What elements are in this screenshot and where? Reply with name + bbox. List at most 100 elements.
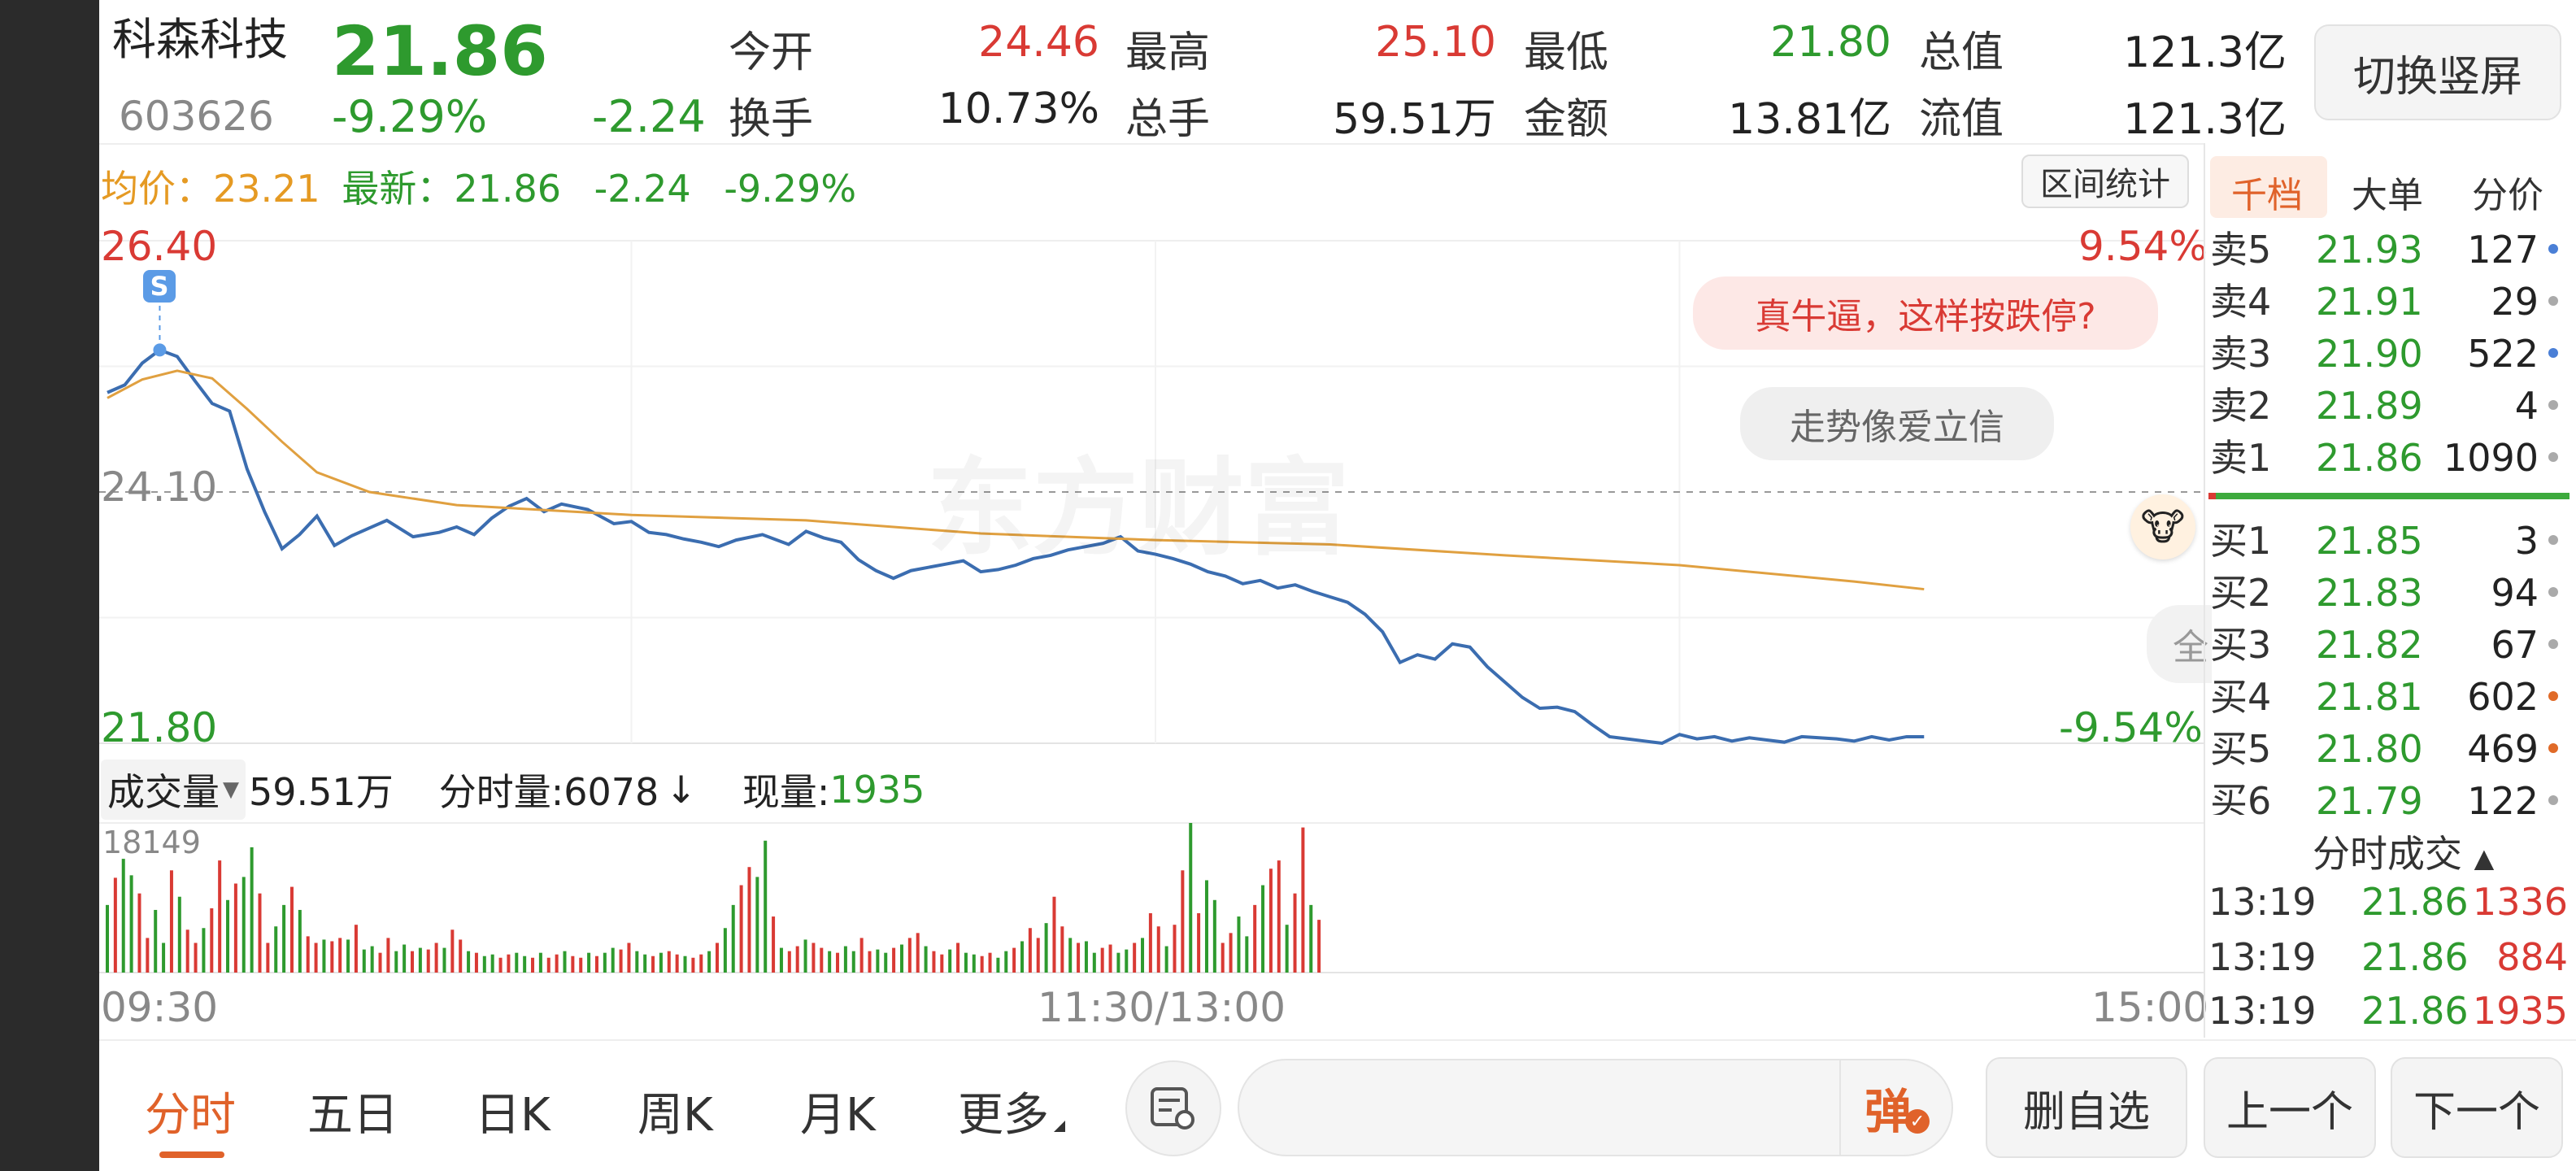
switch-portrait-button[interactable]: 切换竖屏 (2314, 24, 2561, 120)
volume-bar (916, 933, 920, 973)
stat-label: 总手 (1125, 95, 1211, 144)
orderbook-level-dot (2548, 400, 2558, 410)
stock-name: 科森科技 (112, 14, 288, 65)
period-tab[interactable]: 周K (637, 1078, 713, 1144)
trade-volume: 884 (2496, 935, 2568, 979)
collapsed-side-button[interactable]: 全 (2147, 605, 2212, 683)
comment-bubble[interactable]: 走势像爱立信 (1740, 387, 2054, 460)
remove-watchlist-button[interactable]: 删自选 (1986, 1057, 2187, 1158)
orderbook-level-price: 21.86 (2316, 436, 2423, 480)
volume-bar (859, 938, 864, 973)
chevron-up-icon: ▲ (2474, 842, 2495, 873)
volume-bar (907, 938, 912, 973)
volume-bar (418, 947, 422, 973)
orderbook-level-label: 卖2 (2210, 384, 2272, 428)
volume-bar (515, 952, 519, 973)
volume-bar (691, 957, 695, 973)
volume-bar (812, 942, 816, 973)
signal-marker-letter: S (150, 271, 169, 302)
tab-active-underline (159, 1151, 224, 1158)
orderbook-level-dot (2548, 795, 2558, 805)
orderbook-level-label: 买1 (2210, 519, 2272, 563)
orderbook-level-volume: 127 (2467, 228, 2539, 272)
volume-bar (1253, 904, 1257, 973)
period-tab[interactable]: 月K (800, 1078, 876, 1144)
volume-bar (563, 951, 567, 973)
volume-chart[interactable] (99, 813, 2205, 979)
volume-bar (386, 938, 390, 973)
previous-stock-button[interactable]: 上一个 (2204, 1057, 2376, 1158)
danmu-toggle-button[interactable]: 弹 ✓ (1839, 1059, 1953, 1156)
volume-bar (555, 954, 559, 973)
volume-bar (964, 952, 968, 973)
stat-label: 换手 (729, 95, 814, 144)
next-stock-button[interactable]: 下一个 (2391, 1057, 2563, 1158)
orderbook-level-dot (2548, 691, 2558, 701)
stat-value: 121.3亿 (2123, 28, 2287, 77)
volume-bar (459, 939, 463, 973)
orderbook-level-price: 21.91 (2316, 280, 2423, 324)
volume-bar (851, 951, 855, 973)
volume-bar (892, 947, 896, 973)
bottom-toolbar-divider (99, 1039, 2576, 1041)
volume-bar (1036, 938, 1040, 973)
volume-bar (1317, 920, 1321, 973)
right-panel-divider (2204, 143, 2205, 1038)
volume-bar (1156, 926, 1160, 973)
volume-bar (1293, 893, 1297, 973)
volume-bar (739, 885, 743, 973)
range-stats-button[interactable]: 区间统计 (2021, 155, 2189, 208)
volume-bar (218, 860, 222, 973)
trades-title-label: 分时成交 (2313, 832, 2462, 876)
period-tab[interactable]: 日K (475, 1078, 550, 1144)
stock-change-amt: -2.24 (592, 91, 706, 142)
avg-value: 23.21 (213, 167, 320, 211)
time-axis-start: 09:30 (101, 984, 219, 1031)
period-tab[interactable]: 更多 (958, 1078, 1049, 1144)
time-axis-end: 15:00 (2091, 984, 2209, 1031)
volume-bar (106, 904, 109, 973)
orderbook-level-price: 21.85 (2316, 519, 2423, 563)
stat-label: 流值 (1919, 95, 2004, 144)
volume-bar (194, 942, 198, 973)
orderbook-level-dot (2548, 639, 2558, 649)
orderbook-level-label: 买3 (2210, 623, 2272, 667)
volume-bar (1173, 925, 1177, 973)
volume-bar (507, 954, 511, 973)
chevron-down-icon: ▼ (223, 777, 239, 802)
stat-label: 总值 (1919, 28, 2004, 77)
volume-bar (434, 942, 438, 973)
ask-bid-bar (2208, 493, 2569, 499)
orderbook-level-price: 21.82 (2316, 623, 2423, 667)
trade-price: 21.86 (2361, 935, 2469, 979)
volume-bar (755, 877, 759, 973)
trade-time: 13:19 (2208, 989, 2317, 1033)
trade-volume: 1336 (2472, 880, 2568, 924)
volume-bar (1116, 952, 1120, 973)
volume-bar (779, 947, 783, 973)
mascot-icon[interactable]: 🐮 (2130, 494, 2195, 559)
orderbook-level-dot (2548, 452, 2558, 462)
volume-bar (1148, 913, 1152, 973)
volume-bar (314, 942, 318, 973)
signal-marker[interactable]: S (143, 270, 176, 303)
volume-bar (538, 952, 542, 973)
trade-volume: 1935 (2472, 989, 2568, 1033)
period-tab[interactable]: 五日 (307, 1078, 398, 1144)
pct-axis-bottom: -9.54% (2059, 704, 2203, 751)
volume-max-label: 18149 (102, 825, 201, 860)
volume-bar (306, 936, 310, 973)
trades-title[interactable]: 分时成交 ▲ (2313, 825, 2494, 878)
volume-bar (843, 946, 847, 973)
volume-bar (113, 877, 117, 973)
volume-indicator-dropdown[interactable]: 成交量 ▼ (101, 760, 246, 820)
tab-dadan[interactable]: 大单 (2352, 166, 2423, 218)
period-tab[interactable]: 分时 (145, 1078, 236, 1144)
volume-bar (394, 951, 398, 973)
tab-fenjia[interactable]: 分价 (2472, 166, 2543, 218)
chart-settings-icon[interactable] (1125, 1060, 1221, 1156)
volume-bar (490, 954, 494, 973)
comment-bubble[interactable]: 真牛逼，这样按跌停? (1693, 276, 2158, 350)
orderbook-level-volume: 522 (2467, 332, 2539, 376)
tab-qiandang[interactable]: 千档 (2231, 166, 2303, 218)
